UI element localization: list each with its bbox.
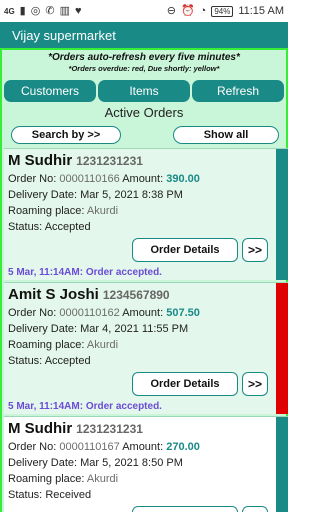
roaming-place-line: Roaming place: Akurdi	[8, 205, 119, 217]
delivery-date: Mar 5, 2021 8:50 PM	[80, 457, 183, 469]
delivery-date-line: Delivery Date: Mar 4, 2021 11:55 PM	[8, 323, 189, 335]
notice-line-1: *Orders auto-refresh every five minutes*	[48, 52, 240, 63]
refresh-button[interactable]: Refresh	[192, 80, 284, 102]
order-number: 0000110166	[59, 173, 120, 185]
order-card: M Sudhir 1231231231 Order No: 0000110166 …	[4, 148, 288, 280]
heart-icon: ♥	[74, 4, 82, 17]
order-status: Received	[45, 489, 92, 501]
call-icon: ✆	[45, 4, 55, 17]
customer-phone: 1231231231	[76, 422, 143, 436]
roaming-place-line: Roaming place: Akurdi	[8, 339, 119, 351]
roaming-place: Akurdi	[86, 205, 119, 217]
status-line: Status: Accepted	[8, 221, 91, 233]
network-indicator: 4G	[4, 6, 15, 16]
expand-button[interactable]: >>	[242, 506, 268, 512]
section-title: Active Orders	[104, 105, 184, 120]
main-content: *Orders auto-refresh every five minutes*…	[0, 48, 288, 512]
nav-bar: Customers Items Refresh	[4, 80, 284, 102]
alarm-icon: ⏰	[180, 4, 195, 17]
status-line: Status: Received	[8, 489, 92, 501]
roaming-place-line: Roaming place: Akurdi	[8, 473, 119, 485]
delivery-date: Mar 5, 2021 8:38 PM	[80, 189, 183, 201]
roaming-place: Akurdi	[86, 339, 119, 351]
customer-phone: 1231231231	[76, 154, 143, 168]
order-details-button[interactable]: Order Details	[132, 506, 238, 512]
customer-name: M Sudhir 1231231231	[8, 420, 143, 437]
chart-icon: ▥	[59, 4, 70, 17]
order-log: 5 Mar, 11:14AM: Order accepted.	[8, 267, 162, 278]
order-log: 5 Mar, 11:14AM: Order accepted.	[8, 401, 162, 412]
order-details-button[interactable]: Order Details	[132, 238, 238, 262]
items-button[interactable]: Items	[98, 80, 190, 102]
battery-icon: 94%	[211, 5, 234, 17]
status-bar: 4G ▮ ◎ ✆ ▥ ♥ ⊖ ⏰ ◔ 94% 11:15 AM	[0, 0, 288, 22]
order-status: Accepted	[44, 355, 91, 367]
app-bar: Vijay supermarket	[0, 22, 288, 48]
customers-button[interactable]: Customers	[4, 80, 96, 102]
delivery-date-line: Delivery Date: Mar 5, 2021 8:38 PM	[8, 189, 183, 201]
order-card: M Sudhir 1231231231 Order No: 0000110167 …	[4, 416, 288, 512]
order-number: 0000110167	[59, 441, 120, 453]
clock: 11:15 AM	[238, 5, 284, 17]
roaming-place: Akurdi	[86, 473, 119, 485]
wifi-icon: ◔	[199, 4, 207, 17]
whatsapp-icon: ◎	[30, 4, 41, 17]
search-by-button[interactable]: Search by >>	[11, 126, 121, 144]
signal-icon: ▮	[19, 4, 26, 17]
order-number: 0000110162	[59, 307, 120, 319]
customer-phone: 1234567890	[102, 288, 170, 302]
refresh-notice: *Orders auto-refresh every five minutes*…	[2, 52, 286, 74]
status-line: Status: Accepted	[8, 355, 91, 367]
delivery-date: Mar 4, 2021 11:55 PM	[80, 323, 189, 335]
order-number-line: Order No: 0000110162 Amount: 507.50	[8, 307, 200, 319]
order-number-line: Order No: 0000110167 Amount: 270.00	[8, 441, 200, 453]
delivery-date-line: Delivery Date: Mar 5, 2021 8:50 PM	[8, 457, 183, 469]
expand-button[interactable]: >>	[242, 372, 268, 396]
notice-line-2: *Orders overdue: red, Due shortly: yello…	[68, 64, 220, 73]
order-amount: 270.00	[166, 441, 200, 453]
order-status: Accepted	[44, 221, 91, 233]
customer-name: Amit S Joshi 1234567890	[8, 286, 170, 303]
order-amount: 507.50	[166, 307, 200, 319]
show-all-button[interactable]: Show all	[173, 126, 279, 144]
order-details-button[interactable]: Order Details	[132, 372, 238, 396]
app-title: Vijay supermarket	[12, 27, 116, 43]
expand-button[interactable]: >>	[242, 238, 268, 262]
order-card: Amit S Joshi 1234567890 Order No: 0000110…	[4, 282, 288, 414]
order-status-stripe	[276, 283, 288, 414]
search-row: Search by >> Show all	[11, 126, 279, 144]
order-amount: 390.00	[166, 173, 200, 185]
order-number-line: Order No: 0000110166 Amount: 390.00	[8, 173, 200, 185]
customer-name: M Sudhir 1231231231	[8, 152, 143, 169]
minus-circle-icon: ⊖	[166, 4, 176, 17]
order-status-stripe	[276, 417, 288, 512]
order-status-stripe	[276, 149, 288, 280]
